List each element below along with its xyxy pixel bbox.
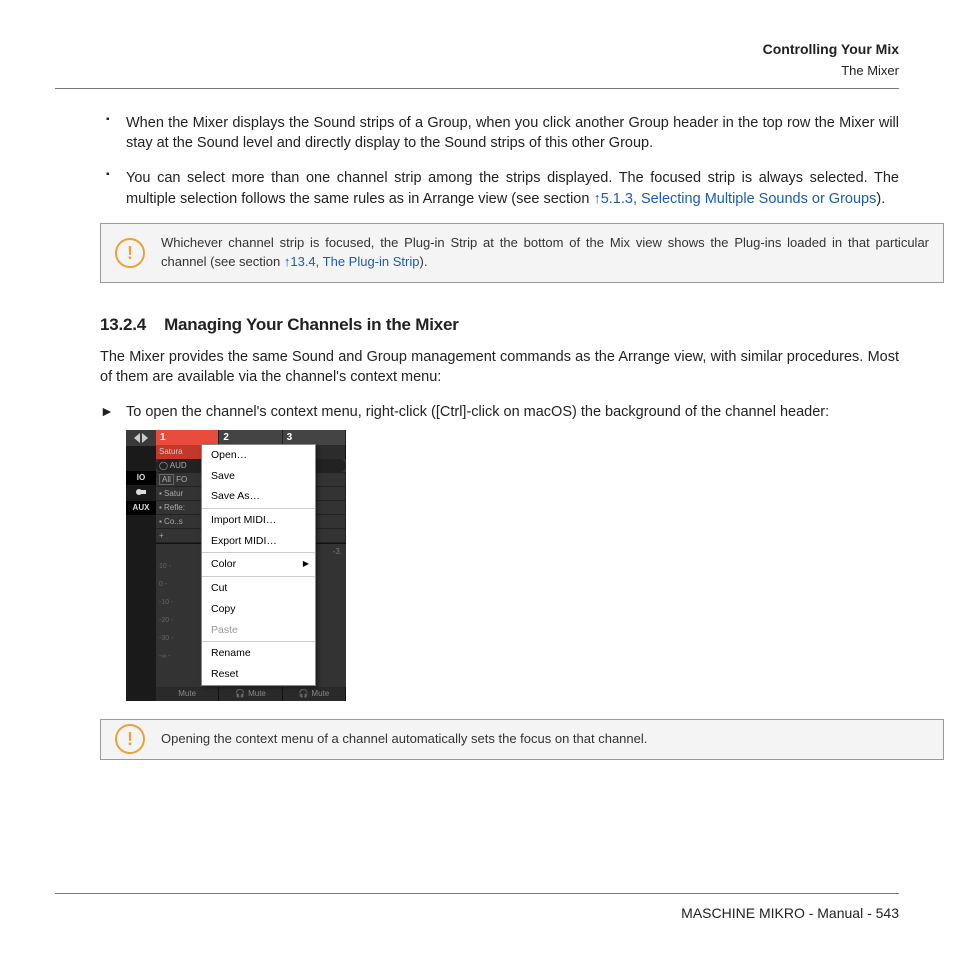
aux-label: AUX [126, 501, 156, 515]
header-rule [55, 88, 899, 89]
channel-tabs: 1 2 3 [156, 430, 346, 445]
plug-icon [135, 487, 147, 497]
menu-import-midi[interactable]: Import MIDI… [202, 510, 315, 531]
mixer-screenshot: IO AUX 1 2 3 Satura .o ◯ AUD AUD All [126, 430, 346, 701]
xref-link[interactable]: ↑13.4, The Plug-in Strip [284, 254, 420, 269]
context-menu: Open… Save Save As… Import MIDI… Export … [201, 444, 316, 686]
page-footer: MASCHINE MIKRO - Manual - 543 [55, 893, 899, 924]
mute-row: Mute 🎧Mute 🎧Mute [156, 687, 346, 701]
warning-icon: ! [115, 724, 145, 754]
section-heading: 13.2.4 Managing Your Channels in the Mixe… [100, 313, 899, 337]
callout-text: ). [419, 254, 427, 269]
mute-button[interactable]: 🎧Mute [219, 687, 282, 701]
warning-icon: ! [115, 238, 145, 268]
bullet-item: You can select more than one channel str… [100, 168, 899, 209]
footer-text: MASCHINE MIKRO - Manual - 543 [55, 904, 899, 924]
mute-button[interactable]: Mute [156, 687, 219, 701]
channel-tab[interactable]: 3 [283, 430, 346, 445]
mixer-left-rail: IO AUX [126, 430, 156, 701]
menu-save-as[interactable]: Save As… [202, 486, 315, 507]
bullet-text: ). [876, 191, 885, 207]
content-area: When the Mixer displays the Sound strips… [55, 113, 899, 760]
page-header: Controlling Your Mix The Mixer [55, 40, 899, 80]
mute-button[interactable]: 🎧Mute [283, 687, 346, 701]
callout-text: Whichever channel strip is focused, the … [161, 235, 929, 269]
callout-text: Opening the context menu of a channel au… [161, 731, 647, 746]
channel-tab[interactable]: 2 [219, 430, 282, 445]
menu-rename[interactable]: Rename [202, 643, 315, 664]
menu-paste: Paste [202, 620, 315, 641]
menu-reset[interactable]: Reset [202, 664, 315, 685]
bullet-list: When the Mixer displays the Sound strips… [100, 113, 899, 209]
bullet-item: When the Mixer displays the Sound strips… [100, 113, 899, 154]
section-subtitle: The Mixer [55, 62, 899, 80]
menu-open[interactable]: Open… [202, 445, 315, 466]
xref-link[interactable]: ↑5.1.3, Selecting Multiple Sounds or Gro… [593, 191, 876, 207]
expand-icon [134, 433, 148, 443]
chapter-title: Controlling Your Mix [55, 40, 899, 60]
menu-copy[interactable]: Copy [202, 599, 315, 620]
section-title: Managing Your Channels in the Mixer [164, 315, 459, 334]
menu-color[interactable]: Color [202, 554, 315, 575]
procedure-text: To open the channel's context menu, righ… [126, 404, 829, 420]
section-number: 13.2.4 [100, 315, 146, 334]
menu-export-midi[interactable]: Export MIDI… [202, 531, 315, 552]
bullet-text: When the Mixer displays the Sound strips… [126, 115, 899, 152]
procedure-step: To open the channel's context menu, righ… [100, 402, 899, 422]
info-callout: ! Whichever channel strip is focused, th… [100, 223, 944, 283]
info-callout: ! Opening the context menu of a channel … [100, 719, 944, 760]
channel-tab[interactable]: 1 [156, 430, 219, 445]
menu-save[interactable]: Save [202, 466, 315, 487]
io-label: IO [126, 471, 156, 485]
body-paragraph: The Mixer provides the same Sound and Gr… [100, 347, 899, 388]
menu-cut[interactable]: Cut [202, 578, 315, 599]
